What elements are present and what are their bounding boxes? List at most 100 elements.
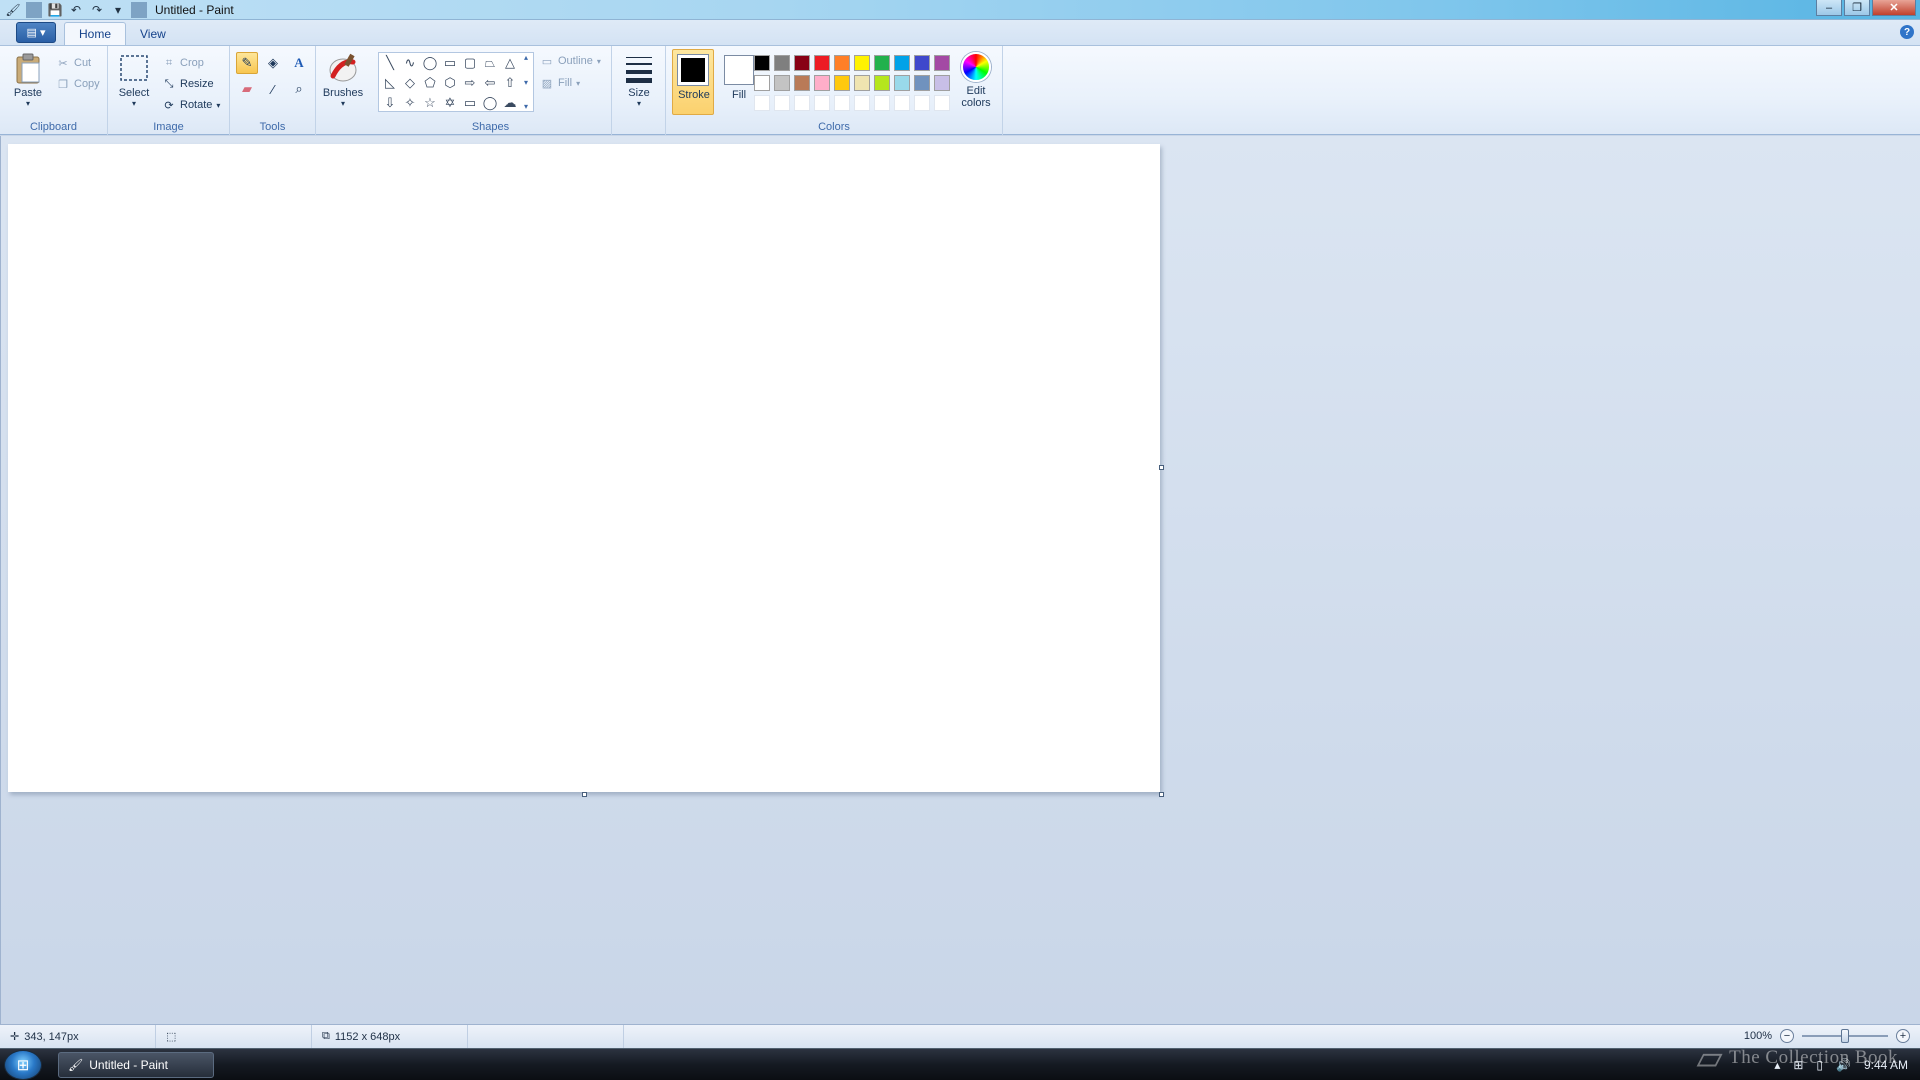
custom-color-slot[interactable] (774, 95, 790, 111)
palette-swatch[interactable] (894, 55, 910, 71)
fill-bucket-icon[interactable]: ◈ (262, 52, 284, 74)
save-icon[interactable]: 💾 (47, 2, 63, 18)
palette-swatch[interactable] (854, 75, 870, 91)
crop-button[interactable]: ⌗ Crop (162, 54, 204, 72)
maximize-button[interactable]: ❐ (1844, 0, 1870, 16)
cursor-position-text: 343, 147px (24, 1030, 79, 1043)
palette-swatch[interactable] (774, 55, 790, 71)
palette-swatch[interactable] (934, 75, 950, 91)
custom-color-slot[interactable] (754, 95, 770, 111)
palette-swatch[interactable] (914, 55, 930, 71)
polygon-shape-icon[interactable]: ⏢ (480, 53, 500, 73)
paint-app-icon[interactable]: 🖌 (5, 2, 21, 18)
undo-icon[interactable]: ↶ (68, 2, 84, 18)
six-point-star-shape-icon[interactable]: ✡ (440, 93, 460, 113)
chevron-down-icon: ▾ (131, 99, 136, 108)
outline-button[interactable]: ▭ Outline ▾ (540, 52, 601, 70)
right-triangle-shape-icon[interactable]: ◺ (380, 73, 400, 93)
shapes-scroll[interactable]: ▴ ▾ ▾ (520, 53, 532, 111)
down-arrow-shape-icon[interactable]: ⇩ (380, 93, 400, 113)
palette-swatch[interactable] (854, 55, 870, 71)
pentagon-shape-icon[interactable]: ⬠ (420, 73, 440, 93)
color-picker-icon[interactable]: ⁄ (262, 78, 284, 100)
rounded-callout-shape-icon[interactable]: ▭ (460, 93, 480, 113)
diamond-shape-icon[interactable]: ◇ (400, 73, 420, 93)
rounded-rectangle-shape-icon[interactable]: ▢ (460, 53, 480, 73)
palette-swatch[interactable] (814, 75, 830, 91)
palette-swatch[interactable] (914, 75, 930, 91)
palette-swatch[interactable] (934, 55, 950, 71)
resize-button[interactable]: ⤡ Resize (162, 75, 214, 93)
pencil-icon[interactable]: ✎ (236, 52, 258, 74)
rotate-button[interactable]: ⟳ Rotate ▾ (162, 96, 220, 114)
cut-button[interactable]: ✂ Cut (56, 54, 91, 72)
chevron-down-icon[interactable]: ▾ (524, 78, 528, 87)
customize-qat-icon[interactable]: ▾ (110, 2, 126, 18)
cloud-callout-shape-icon[interactable]: ☁ (500, 93, 520, 113)
palette-swatch[interactable] (834, 75, 850, 91)
palette-swatch[interactable] (874, 55, 890, 71)
custom-color-slot[interactable] (894, 95, 910, 111)
custom-color-slot[interactable] (814, 95, 830, 111)
eraser-icon[interactable]: ▰ (236, 78, 258, 100)
palette-swatch[interactable] (794, 75, 810, 91)
fill-shape-button[interactable]: ▨ Fill ▾ (540, 74, 580, 92)
up-arrow-shape-icon[interactable]: ⇧ (500, 73, 520, 93)
palette-swatch[interactable] (834, 55, 850, 71)
close-button[interactable]: ✕ (1872, 0, 1916, 16)
palette-swatch[interactable] (814, 55, 830, 71)
select-rectangle-icon (118, 52, 150, 84)
ribbon-tab-row: ▤ ▾ Home View ? (0, 20, 1920, 45)
select-button[interactable]: Select ▾ (118, 52, 150, 108)
zoom-in-icon[interactable]: + (1896, 1029, 1910, 1043)
help-icon[interactable]: ? (1900, 25, 1914, 39)
copy-button[interactable]: ❐ Copy (56, 75, 100, 93)
four-point-star-shape-icon[interactable]: ✧ (400, 93, 420, 113)
right-arrow-shape-icon[interactable]: ⇨ (460, 73, 480, 93)
resize-handle-corner[interactable] (1159, 792, 1164, 797)
line-shape-icon[interactable]: ╲ (380, 53, 400, 73)
custom-color-slot[interactable] (914, 95, 930, 111)
custom-color-slot[interactable] (874, 95, 890, 111)
oval-callout-shape-icon[interactable]: ◯ (480, 93, 500, 113)
redo-icon[interactable]: ↷ (89, 2, 105, 18)
brushes-button[interactable]: Brushes ▾ (318, 52, 368, 108)
resize-handle-bottom[interactable] (582, 792, 587, 797)
qat-separator (131, 1, 147, 18)
palette-swatch[interactable] (794, 55, 810, 71)
edit-colors-button[interactable]: Edit colors (956, 52, 996, 109)
custom-color-slot[interactable] (834, 95, 850, 111)
palette-swatch[interactable] (894, 75, 910, 91)
tab-home[interactable]: Home (64, 22, 127, 45)
resize-handle-right[interactable] (1159, 465, 1164, 470)
start-button[interactable]: ⊞ (4, 1050, 42, 1080)
chevron-up-icon[interactable]: ▴ (524, 53, 528, 62)
paint-menu-button[interactable]: ▤ ▾ (16, 22, 56, 43)
drawing-canvas[interactable] (8, 144, 1160, 792)
window-controls: – ❐ ✕ (1816, 0, 1916, 16)
hexagon-shape-icon[interactable]: ⬡ (440, 73, 460, 93)
paste-button[interactable]: Paste ▾ (12, 52, 44, 108)
taskbar-item-paint[interactable]: 🖌 Untitled - Paint (58, 1052, 214, 1078)
custom-color-slot[interactable] (854, 95, 870, 111)
cut-label: Cut (74, 57, 92, 69)
shapes-group: ╲ ∿ ◯ ▭ ▢ ⏢ △ ◺ ◇ ⬠ ⬡ ⇨ ⇦ ⇧ ⇩ ✧ ☆ ✡ ▭ ◯ … (370, 46, 612, 135)
magnifier-icon[interactable]: ⌕ (288, 78, 310, 100)
curve-shape-icon[interactable]: ∿ (400, 53, 420, 73)
oval-shape-icon[interactable]: ◯ (420, 53, 440, 73)
expand-gallery-icon[interactable]: ▾ (524, 102, 528, 111)
palette-swatch[interactable] (774, 75, 790, 91)
custom-color-slot[interactable] (794, 95, 810, 111)
size-button[interactable]: Size ▾ (618, 52, 660, 108)
left-arrow-shape-icon[interactable]: ⇦ (480, 73, 500, 93)
five-point-star-shape-icon[interactable]: ☆ (420, 93, 440, 113)
rectangle-shape-icon[interactable]: ▭ (440, 53, 460, 73)
text-tool-icon[interactable]: A (288, 52, 310, 74)
tab-view[interactable]: View (126, 22, 180, 45)
palette-swatch[interactable] (754, 55, 770, 71)
minimize-button[interactable]: – (1816, 0, 1842, 16)
triangle-shape-icon[interactable]: △ (500, 53, 520, 73)
custom-color-slot[interactable] (934, 95, 950, 111)
palette-swatch[interactable] (874, 75, 890, 91)
palette-swatch[interactable] (754, 75, 770, 91)
